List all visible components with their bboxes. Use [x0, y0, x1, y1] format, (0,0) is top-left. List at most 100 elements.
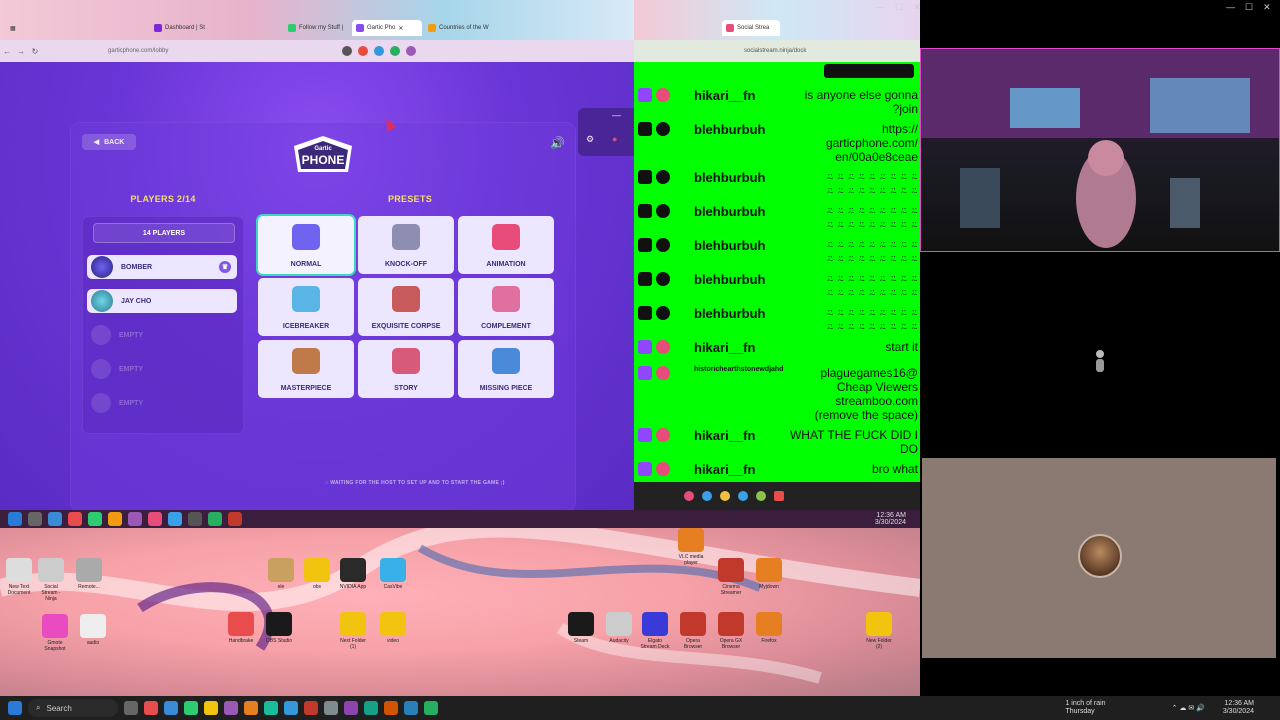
reload-icon[interactable]: ↻	[28, 47, 42, 56]
taskbar-app-icon[interactable]	[188, 512, 202, 526]
extension-icon[interactable]	[390, 46, 400, 56]
desktop-icon[interactable]: Remote...	[74, 558, 104, 590]
back-button[interactable]: ◀ BACK	[82, 134, 136, 150]
taskbar-app-icon[interactable]	[48, 512, 62, 526]
taskbar-app-icon[interactable]	[108, 512, 122, 526]
preset-icebreaker[interactable]: ICEBREAKER	[258, 278, 354, 336]
taskbar-app-icon[interactable]	[424, 701, 438, 715]
chat-tool-icon[interactable]	[702, 491, 712, 501]
taskbar-app-icon[interactable]	[244, 701, 258, 715]
preset-knock-off[interactable]: KNOCK-OFF	[358, 216, 454, 274]
taskbar-app-icon[interactable]	[364, 701, 378, 715]
taskbar-app-icon[interactable]	[224, 701, 238, 715]
desktop-icon[interactable]: VLC media player	[676, 528, 706, 566]
settings-icon[interactable]: ⚙	[586, 134, 594, 145]
desktop-icon[interactable]: NVIDIA App	[338, 558, 368, 590]
desktop-icon[interactable]: Opera Browser	[678, 612, 708, 650]
taskbar-search[interactable]: ⌕ Search	[28, 699, 118, 717]
minimize-icon[interactable]: —	[1226, 2, 1235, 13]
taskbar-clock[interactable]: 12:36 AM 3/30/2024	[1223, 700, 1280, 716]
taskbar-app-icon[interactable]	[144, 701, 158, 715]
taskbar-app-icon[interactable]	[128, 512, 142, 526]
desktop-icon[interactable]: Audacity	[604, 612, 634, 644]
desktop-icon[interactable]: Steam	[566, 612, 596, 644]
taskbar-app-icon[interactable]	[68, 512, 82, 526]
desktop-icon[interactable]: CasVibe	[378, 558, 408, 590]
chat-address-bar[interactable]: socialstream.ninja/dock	[634, 40, 920, 62]
windows-start-icon[interactable]	[8, 701, 22, 715]
desktop-icon[interactable]: Firefox	[754, 612, 784, 644]
taskbar-app-icon[interactable]	[304, 701, 318, 715]
record-icon[interactable]	[774, 491, 784, 501]
close-icon[interactable]: ✕	[913, 2, 921, 13]
preset-normal[interactable]: NORMAL	[258, 216, 354, 274]
minimize-icon[interactable]: —	[612, 110, 621, 120]
preset-masterpiece[interactable]: MASTERPIECE	[258, 340, 354, 398]
taskbar-app-icon[interactable]	[264, 701, 278, 715]
desktop-icon[interactable]: Elgato Stream Deck	[640, 612, 670, 650]
desktop-icon[interactable]: Social Stream - Ninja	[36, 558, 66, 602]
taskbar-app-icon[interactable]	[284, 701, 298, 715]
close-icon[interactable]: ✕	[1263, 2, 1271, 13]
search-icon[interactable]	[28, 512, 42, 526]
preset-missing-piece[interactable]: MISSING PIECE	[458, 340, 554, 398]
taskbar-app-icon[interactable]	[168, 512, 182, 526]
taskbar-app-icon[interactable]	[148, 512, 162, 526]
desktop-icon[interactable]: OBS Studio	[264, 612, 294, 644]
preset-complement[interactable]: COMPLEMENT	[458, 278, 554, 336]
desktop-icon[interactable]: Opera GX Browser	[716, 612, 746, 650]
forward-nav-icon[interactable]: →	[14, 47, 28, 56]
close-tab-icon[interactable]: ✕	[398, 25, 403, 32]
desktop-icon[interactable]: Next Folder (1)	[338, 612, 368, 650]
taskbar-app-icon[interactable]	[384, 701, 398, 715]
inner-clock[interactable]: 12:36 AM 3/30/2024	[875, 512, 920, 526]
url-field[interactable]: garticphone.com/lobby	[102, 44, 222, 58]
start-icon[interactable]	[8, 512, 22, 526]
extension-icon[interactable]	[342, 46, 352, 56]
players-count-button[interactable]: 14 PLAYERS	[93, 223, 235, 243]
taskbar-app-icon[interactable]	[324, 701, 338, 715]
pause-icon[interactable]	[684, 491, 694, 501]
tab-follow[interactable]: Follow my Stuff |	[284, 20, 350, 36]
desktop-icon[interactable]: Handbrake	[226, 612, 256, 644]
taskbar-app-icon[interactable]	[208, 512, 222, 526]
tab-dashboard[interactable]: Dashboard | St	[150, 20, 230, 36]
task-view-icon[interactable]	[124, 701, 138, 715]
desktop-icon[interactable]: New Text Document	[4, 558, 34, 596]
tab-countries[interactable]: Countries of the W	[424, 20, 504, 36]
taskbar-app-icon[interactable]	[404, 701, 418, 715]
desktop-icon[interactable]: ele	[266, 558, 296, 590]
taskbar-app-icon[interactable]	[344, 701, 358, 715]
desktop-icon[interactable]: New Folder (2)	[864, 612, 894, 650]
taskbar-app-icon[interactable]	[88, 512, 102, 526]
desktop-icon[interactable]: obs	[302, 558, 332, 590]
tray-icons[interactable]: ⌃ ☁ ✉ 🔊	[1172, 704, 1205, 712]
microphone-icon[interactable]: ●	[612, 134, 617, 144]
preset-story[interactable]: STORY	[358, 340, 454, 398]
chat-tool-icon[interactable]	[738, 491, 748, 501]
taskbar-app-icon[interactable]	[164, 701, 178, 715]
desktop-icon[interactable]: Myjdown	[754, 558, 784, 590]
taskbar-app-icon[interactable]	[204, 701, 218, 715]
desktop-icon[interactable]: audio	[78, 614, 108, 646]
chat-tool-icon[interactable]	[756, 491, 766, 501]
extension-icon[interactable]	[358, 46, 368, 56]
preset-animation[interactable]: ANIMATION	[458, 216, 554, 274]
back-nav-icon[interactable]: ←	[0, 47, 14, 56]
desktop-icon[interactable]: Cinema Streamer	[716, 558, 746, 596]
tab-social-stream[interactable]: Social Strea	[722, 20, 780, 36]
preset-exquisite-corpse[interactable]: EXQUISITE CORPSE	[358, 278, 454, 336]
tab-gartic[interactable]: Gartic Pho ✕	[352, 20, 422, 36]
taskbar-app-icon[interactable]	[228, 512, 242, 526]
desktop-icon[interactable]: Gmote Snapshot	[40, 614, 70, 652]
extension-icon[interactable]	[406, 46, 416, 56]
taskbar-app-icon[interactable]	[184, 701, 198, 715]
sound-icon[interactable]: 🔊	[550, 136, 565, 150]
maximize-icon[interactable]: ☐	[895, 2, 903, 13]
minimize-icon[interactable]: —	[876, 2, 885, 13]
chat-tool-icon[interactable]	[720, 491, 730, 501]
weather-widget[interactable]: 1 inch of rain Thursday	[1065, 700, 1105, 716]
extension-icon[interactable]	[374, 46, 384, 56]
browser-menu-icon[interactable]: ▦	[6, 20, 20, 36]
maximize-icon[interactable]: ☐	[1245, 2, 1253, 13]
